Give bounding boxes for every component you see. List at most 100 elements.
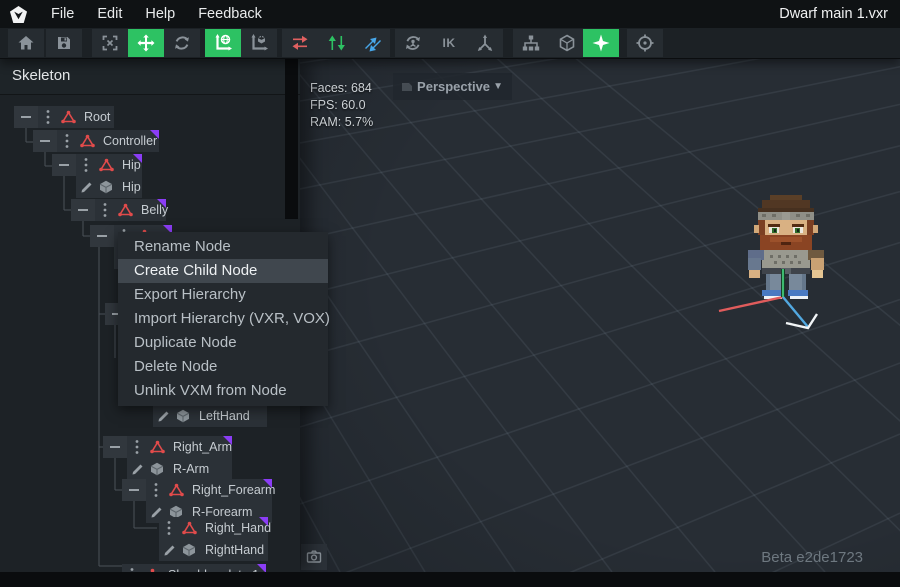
3d-viewport[interactable]: Faces: 684 FPS: 60.0 RAM: 5.7% Perspecti… <box>300 58 900 572</box>
collapse-button[interactable] <box>71 199 95 221</box>
mesh-cube-icon <box>179 539 199 561</box>
global-axis-button[interactable] <box>205 29 241 57</box>
hierarchy-button[interactable] <box>513 29 549 57</box>
context-menu-item-import-hierarchy-vxr-vox[interactable]: Import Hierarchy (VXR, VOX) <box>118 307 328 331</box>
camera-mode-dropdown[interactable]: Perspective ▼ <box>393 73 512 100</box>
context-menu-item-duplicate-node[interactable]: Duplicate Node <box>118 331 328 355</box>
context-menu-item-unlink-vxm-from-node[interactable]: Unlink VXM from Node <box>118 379 328 403</box>
camera-icon <box>306 549 322 565</box>
tree-row: Controller <box>0 130 300 152</box>
voxel-character[interactable] <box>746 195 826 299</box>
node-icon <box>147 436 167 458</box>
kebab-menu-icon[interactable] <box>159 517 179 539</box>
cube-button[interactable] <box>549 29 585 57</box>
tree-node-item[interactable]: Right_Arm <box>127 436 232 458</box>
node-context-menu: Rename NodeCreate Child NodeExport Hiera… <box>118 232 328 406</box>
edit-pencil-icon[interactable] <box>76 176 96 198</box>
tree-node-item[interactable]: Controller <box>57 130 159 152</box>
collapse-button[interactable] <box>122 479 146 501</box>
camera-mode-icon <box>400 80 414 94</box>
modified-corner-marker <box>133 154 142 163</box>
orbit-button[interactable] <box>395 29 431 57</box>
document-title: Dwarf main 1.vxr <box>779 6 888 22</box>
kebab-menu-icon[interactable] <box>57 130 77 152</box>
tree-node-item[interactable]: Right_Forearm <box>146 479 272 501</box>
edit-pencil-icon[interactable] <box>159 539 179 561</box>
tree-mesh-item[interactable]: RightHand <box>159 539 268 561</box>
mesh-cube-icon <box>173 405 193 427</box>
toolbar: IK <box>0 28 900 59</box>
kebab-menu-icon[interactable] <box>38 106 58 128</box>
menu-feedback[interactable]: Feedback <box>198 6 262 22</box>
tree-row: Right_Arm <box>0 436 300 458</box>
chevron-down-icon: ▼ <box>493 81 503 92</box>
tree-item-label: RightHand <box>205 543 264 557</box>
faces-stat: Faces: 684 <box>310 80 373 97</box>
mirror-x-button[interactable] <box>282 29 318 57</box>
frame-button[interactable] <box>92 29 128 57</box>
rotate-button[interactable] <box>164 29 200 57</box>
modified-corner-marker <box>150 130 159 139</box>
tree-node-item[interactable]: Hip <box>76 154 142 176</box>
menu-bar: File Edit Help Feedback Dwarf main 1.vxr <box>0 0 900 28</box>
tree-row: Hip <box>0 176 300 198</box>
tree-mesh-item[interactable]: R-Arm <box>127 458 232 480</box>
bones-button[interactable] <box>467 29 503 57</box>
target-button[interactable] <box>627 29 663 57</box>
tree-row: Right_Forearm <box>0 479 300 501</box>
collapse-button[interactable] <box>33 130 57 152</box>
edit-pencil-icon[interactable] <box>153 405 173 427</box>
tree-node-item[interactable]: Root <box>38 106 114 128</box>
bottom-bar <box>0 572 900 587</box>
kebab-menu-icon[interactable] <box>95 199 115 221</box>
tree-row: Hip <box>0 154 300 176</box>
camera-mode-label: Perspective <box>414 79 493 94</box>
context-menu-item-export-hierarchy[interactable]: Export Hierarchy <box>118 283 328 307</box>
tree-item-label: LeftHand <box>199 409 250 423</box>
collapse-button[interactable] <box>90 225 114 247</box>
sparkle-button[interactable] <box>583 29 619 57</box>
build-version-label: Beta e2de1723 <box>761 549 863 566</box>
tree-node-item[interactable]: Right_Hand <box>159 517 268 539</box>
kebab-menu-icon[interactable] <box>76 154 96 176</box>
tree-item-label: Root <box>84 110 110 124</box>
tree-mesh-item[interactable]: Hip <box>76 176 142 198</box>
modified-corner-marker <box>259 517 268 526</box>
ram-stat: RAM: 5.7% <box>310 114 373 131</box>
mirror-y-button[interactable] <box>318 29 354 57</box>
home-button[interactable] <box>8 29 44 57</box>
modified-corner-marker <box>223 436 232 445</box>
tree-item-label: R-Arm <box>173 462 209 476</box>
menu-file[interactable]: File <box>51 6 74 22</box>
tree-node-item[interactable]: Belly <box>95 199 166 221</box>
tree-row: R-Arm <box>0 458 300 480</box>
menu-help[interactable]: Help <box>145 6 175 22</box>
menu-edit[interactable]: Edit <box>97 6 122 22</box>
tree-mesh-item[interactable]: LeftHand <box>153 405 267 427</box>
node-icon <box>115 199 135 221</box>
kebab-menu-icon[interactable] <box>127 436 147 458</box>
local-axis-button[interactable] <box>241 29 277 57</box>
mesh-cube-icon <box>147 458 167 480</box>
collapse-button[interactable] <box>103 436 127 458</box>
collapse-button[interactable] <box>52 154 76 176</box>
edit-pencil-icon[interactable] <box>127 458 147 480</box>
collapse-button[interactable] <box>14 106 38 128</box>
panel-scrollbar[interactable] <box>285 58 298 219</box>
context-menu-item-delete-node[interactable]: Delete Node <box>118 355 328 379</box>
screenshot-button[interactable] <box>301 544 327 570</box>
floor-grid <box>300 58 900 572</box>
kebab-menu-icon[interactable] <box>146 479 166 501</box>
context-menu-item-rename-node[interactable]: Rename Node <box>118 235 328 259</box>
node-icon <box>77 130 97 152</box>
mesh-cube-icon <box>96 176 116 198</box>
tree-item-label: Hip <box>122 180 141 194</box>
modified-corner-marker <box>263 479 272 488</box>
mirror-z-button[interactable] <box>354 29 390 57</box>
context-menu-item-create-child-node[interactable]: Create Child Node <box>118 259 328 283</box>
move-button[interactable] <box>128 29 164 57</box>
ik-button[interactable]: IK <box>431 29 467 57</box>
node-icon <box>96 154 116 176</box>
save-button[interactable] <box>46 29 82 57</box>
tree-row: Belly <box>0 199 300 221</box>
